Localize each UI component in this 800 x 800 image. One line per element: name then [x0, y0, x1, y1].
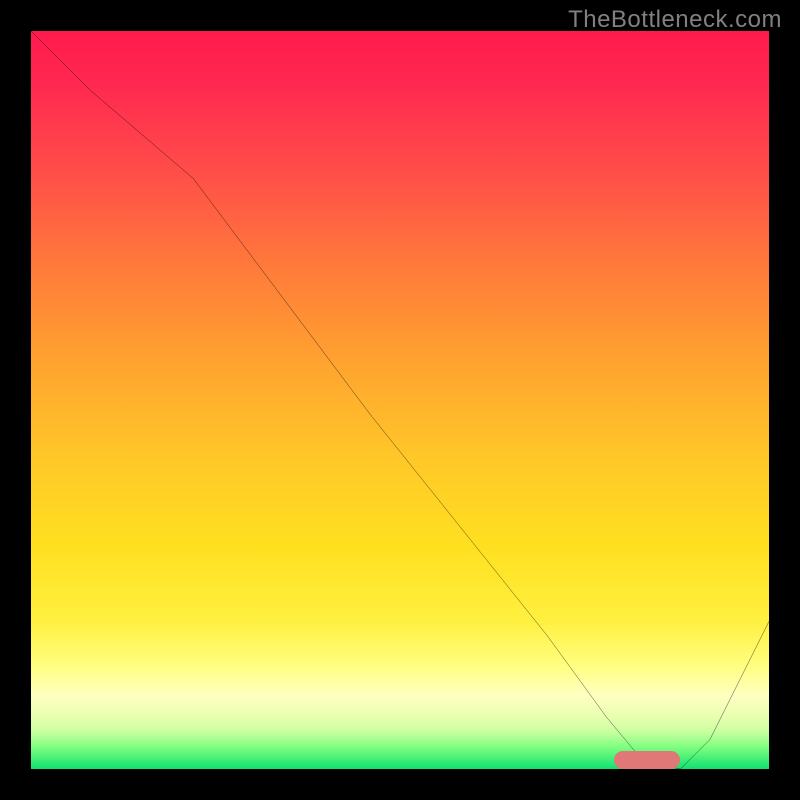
- chart-frame: TheBottleneck.com: [0, 0, 800, 800]
- plot-area: [31, 31, 769, 769]
- optimal-marker: [614, 751, 680, 769]
- bottleneck-curve: [31, 31, 769, 769]
- watermark-text: TheBottleneck.com: [568, 6, 782, 34]
